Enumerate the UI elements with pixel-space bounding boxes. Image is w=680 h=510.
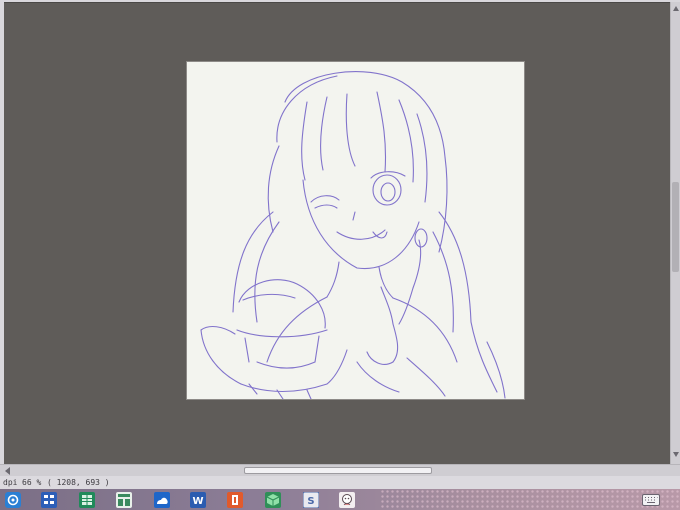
horizontal-scrollbar[interactable] [0, 464, 680, 476]
taskbar-spreadsheet-button[interactable] [76, 490, 97, 509]
vertical-scrollbar[interactable] [670, 2, 680, 464]
taskbar-window-tiles-button[interactable] [113, 490, 134, 509]
window-tiles-icon [115, 491, 132, 508]
monitor-screen: dpi 66 % ( 1208, 693 ) W S [0, 0, 680, 510]
keyboard-icon [642, 493, 660, 506]
word-icon: W [189, 491, 206, 508]
cursor-coordinates: ( 1208, 693 ) [47, 478, 110, 487]
taskbar-browser-button[interactable] [2, 490, 23, 509]
taskbar: W S [0, 489, 680, 510]
status-bar: dpi 66 % ( 1208, 693 ) [0, 476, 680, 489]
sketch-artwork [200, 71, 506, 399]
taskbar-character-app-button[interactable] [336, 490, 357, 509]
grid-app-icon [40, 491, 57, 508]
status-unit: dpi [3, 478, 18, 487]
svg-text:W: W [192, 496, 203, 507]
taskbar-grid-app-button[interactable] [38, 490, 59, 509]
cube-app-icon [264, 491, 281, 508]
taskbar-cube-app-button[interactable] [262, 490, 283, 509]
orange-app-icon [226, 491, 243, 508]
drawing-canvas[interactable] [187, 62, 524, 399]
canvas-workspace[interactable] [4, 2, 670, 464]
taskbar-cloud-app-button[interactable] [151, 490, 172, 509]
svg-text:S: S [307, 496, 314, 507]
scroll-up-icon[interactable] [672, 4, 680, 14]
taskbar-orange-app-button[interactable] [224, 490, 245, 509]
taskbar-s-app-button[interactable]: S [300, 490, 321, 509]
s-app-icon: S [302, 491, 319, 508]
spreadsheet-icon [78, 491, 95, 508]
character-app-icon [338, 491, 355, 508]
cloud-app-icon [153, 491, 170, 508]
browser-icon [4, 491, 21, 508]
scroll-left-icon[interactable] [3, 466, 13, 476]
scroll-down-icon[interactable] [672, 449, 680, 459]
vertical-scroll-thumb[interactable] [672, 182, 679, 272]
taskbar-word-button[interactable]: W [187, 490, 208, 509]
taskbar-keyboard-button[interactable] [640, 490, 662, 509]
zoom-level[interactable]: 66 % [22, 476, 41, 489]
horizontal-scroll-thumb[interactable] [244, 467, 432, 474]
taskbar-wallpaper-pattern [380, 489, 680, 510]
